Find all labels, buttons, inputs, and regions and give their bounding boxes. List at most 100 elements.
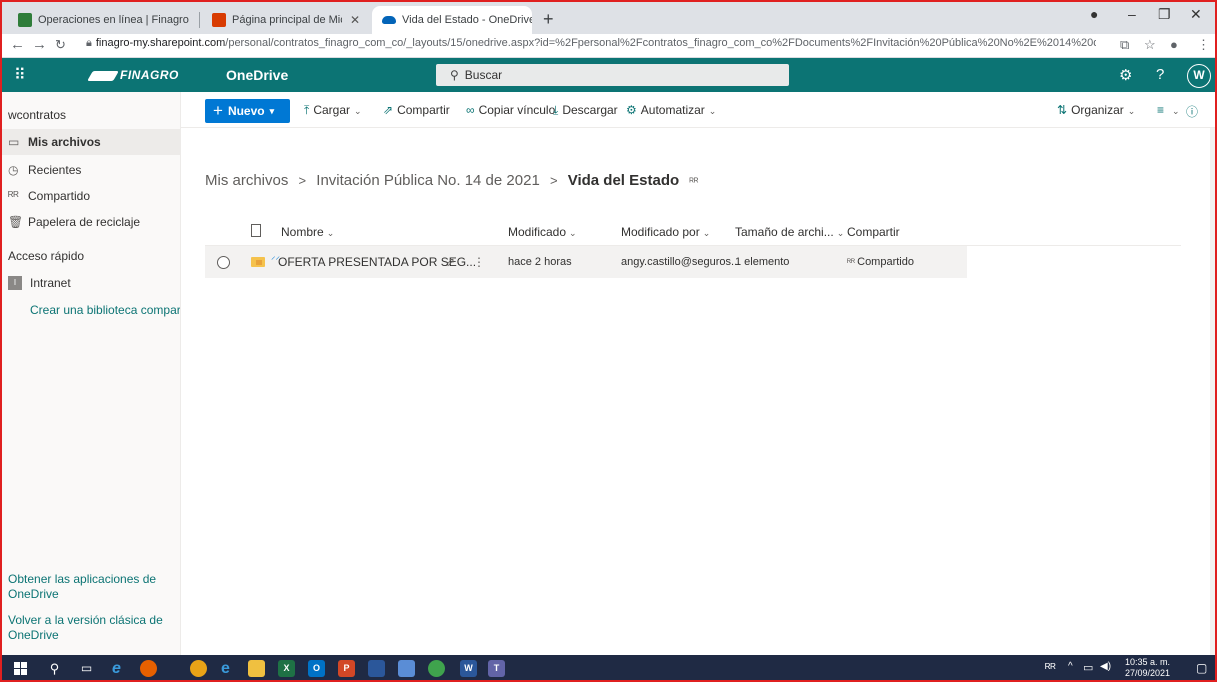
browser-tab-office[interactable]: Página principal de Microsoft Off ✕ [202,6,370,34]
install-app-icon[interactable]: ⧉ [1120,37,1129,53]
new-button[interactable]: + Nuevo ▾ [205,99,290,123]
people-icon: ᴿᴿ [8,189,19,203]
firefox-icon[interactable] [140,660,157,677]
windows-start-icon[interactable] [14,662,27,675]
nav-item-papelera[interactable]: 🗑︎ Papelera de reciclaje [0,209,181,235]
profile-icon[interactable]: ● [1170,37,1178,52]
chrome-icon[interactable] [190,660,207,677]
intranet-site-icon: I [8,276,22,290]
column-header-modified-by[interactable]: Modificado por ⌄ [621,225,710,239]
browser-profile-icon[interactable]: ● [1090,6,1098,22]
help-icon[interactable]: ? [1156,66,1164,83]
column-label: Tamaño de archi... [735,225,834,239]
modified-date: hace 2 horas [508,256,572,268]
reload-icon[interactable]: ↻ [55,37,66,53]
minimize-icon[interactable]: – [1128,6,1136,22]
clock-time: 10:35 a. m. [1125,657,1171,667]
nav-item-mis-archivos[interactable]: ▭ Mis archivos [0,129,181,155]
nav-item-label: Recientes [28,163,82,177]
link-icon: ∞ [466,103,475,117]
quick-access-intranet[interactable]: I Intranet [0,270,181,296]
chevron-down-icon: ⌄ [1127,106,1136,116]
column-header-name[interactable]: Nombre ⌄ [281,225,334,239]
people-tray-icon[interactable]: ᴿᴿ [1045,661,1056,675]
new-button-label: Nuevo [227,104,265,118]
volume-icon[interactable]: ◀) [1100,661,1111,672]
internet-explorer-icon[interactable]: e [217,660,234,677]
edge-legacy-icon[interactable]: e [108,660,125,677]
finagro-logo[interactable]: FINAGRO [87,68,179,82]
show-hidden-icons-icon[interactable]: ^ [1068,661,1073,672]
tab-close-icon[interactable]: ✕ [189,13,198,27]
green-app-icon[interactable] [428,660,445,677]
notifications-icon[interactable]: ▢ [1196,661,1207,675]
close-window-icon[interactable]: ✕ [1190,6,1202,23]
people-app-icon[interactable] [398,660,415,677]
tab-close-icon[interactable]: ✕ [342,13,360,27]
url-field[interactable]: 🔒︎ finagro-my.sharepoint.com/personal/con… [86,37,1096,50]
search-placeholder: Buscar [464,68,503,82]
chevron-down-icon: ⌄ [1172,106,1180,116]
onedrive-cloud-icon [382,16,396,24]
copy-link-button[interactable]: ∞ Copiar vínculo [466,103,555,117]
table-row[interactable]: ⸝⸝ OFERTA PRESENTADA POR SEG... ⇗ ⋮ hace… [205,246,967,278]
browser-menu-icon[interactable]: ⋮ [1197,37,1210,53]
breadcrumb-parent[interactable]: Invitación Pública No. 14 de 2021 [316,172,539,189]
settings-gear-icon[interactable]: ⚙ [1119,66,1132,84]
outlook-icon[interactable]: O [308,660,325,677]
search-icon: ⚲ [450,68,459,82]
system-clock[interactable]: 10:35 a. m. 27/09/2021 [1125,657,1170,679]
info-pane-button[interactable]: ⓘ [1186,103,1202,120]
chevron-down-icon: ⌄ [836,228,845,238]
file-size: 1 elemento [735,256,790,268]
file-explorer-icon[interactable] [248,660,265,677]
browser-tab-onedrive[interactable]: Vida del Estado - OneDrive ✕ [372,6,532,34]
more-actions-icon[interactable]: ⋮ [473,255,485,269]
column-header-modified[interactable]: Modificado ⌄ [508,225,577,239]
nav-item-recientes[interactable]: ◷ Recientes [0,157,181,183]
bookmark-star-icon[interactable]: ☆ [1144,37,1156,53]
share-icon[interactable]: ⇗ [445,255,455,269]
forward-icon[interactable]: → [32,36,47,53]
organize-button[interactable]: ⇅ Organizar ⌄ [1057,103,1135,117]
chevron-down-icon: ⌄ [708,106,717,116]
breadcrumb-root[interactable]: Mis archivos [205,172,288,189]
vertical-scrollbar[interactable] [1210,128,1216,655]
column-header-sharing[interactable]: Compartir [847,225,900,239]
get-apps-link[interactable]: Obtener las aplicaciones de OneDrive [8,572,173,602]
download-button[interactable]: ⤓ Descargar [553,103,618,118]
upload-icon: ⤒ [304,103,310,117]
view-options-button[interactable]: ≡ ⌄ [1157,103,1180,117]
automate-button[interactable]: ⚙ Automatizar ⌄ [626,103,716,117]
tab-title: Operaciones en línea | Finagro [38,14,189,26]
tab-title: Vida del Estado - OneDrive [402,14,532,26]
table-header: Nombre ⌄ Modificado ⌄ Modificado por ⌄ Tama… [205,220,1181,246]
network-icon[interactable]: ▭ [1083,661,1093,674]
app-title[interactable]: OneDrive [226,67,288,83]
app-launcher-icon[interactable]: ⠿ [14,65,26,85]
account-name: wcontratos [8,108,67,122]
search-icon[interactable]: ⚲ [46,660,63,677]
nav-item-compartido[interactable]: ᴿᴿ Compartido [0,183,181,209]
task-view-icon[interactable]: ▭ [78,660,95,677]
list-view-icon: ≡ [1157,103,1165,117]
word-icon[interactable]: W [460,660,477,677]
browser-tab-finagro[interactable]: Operaciones en línea | Finagro ✕ [8,6,198,34]
row-select-radio[interactable] [217,256,230,269]
avatar[interactable]: W [1187,64,1211,88]
search-input[interactable]: ⚲ Buscar [436,64,789,86]
powerpoint-icon[interactable]: P [338,660,355,677]
back-icon[interactable]: ← [10,36,25,53]
create-library-link[interactable]: Crear una biblioteca compart [30,303,180,318]
restore-icon[interactable]: ❐ [1158,6,1171,23]
excel-icon[interactable]: X [278,660,295,677]
new-tab-button[interactable]: + [543,9,554,30]
upload-button[interactable]: ⤒ Cargar ⌄ [304,103,362,118]
share-button[interactable]: ⇗ Compartir [383,103,450,117]
column-header-size[interactable]: Tamaño de archi... ⌄ [735,225,844,239]
sharing-status: ᴿᴿ Compartido [847,256,914,268]
file-type-icon[interactable] [251,224,261,237]
classic-view-link[interactable]: Volver a la versión clásica de OneDrive [8,613,173,643]
teams-icon[interactable]: T [488,660,505,677]
app-icon[interactable] [368,660,385,677]
